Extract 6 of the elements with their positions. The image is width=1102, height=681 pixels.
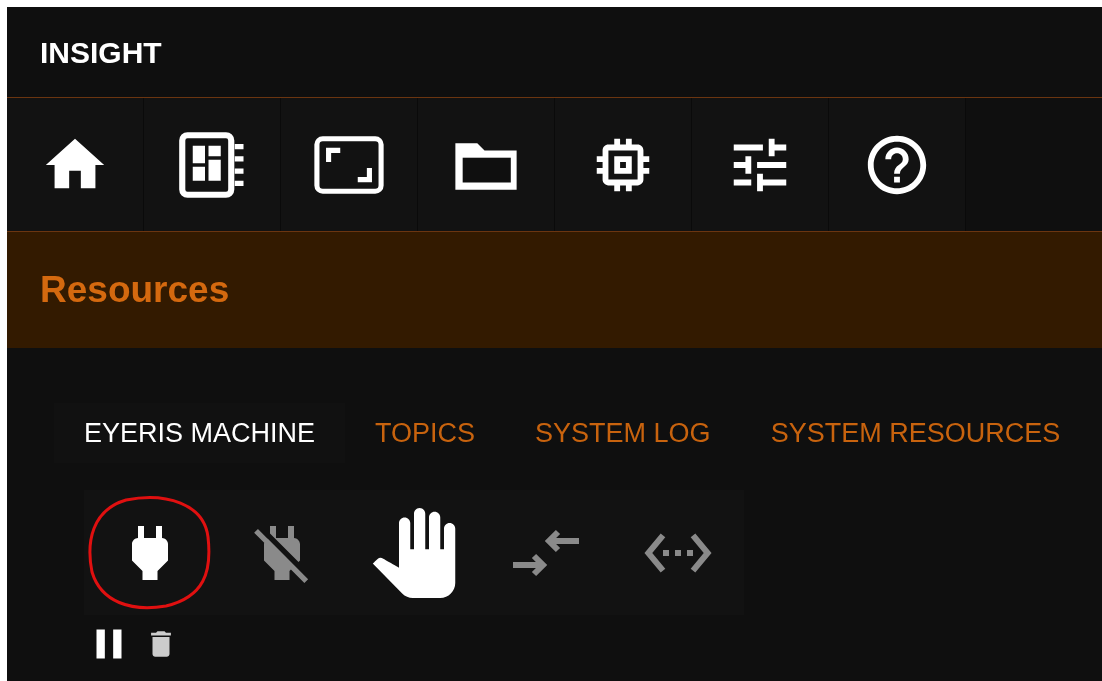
- app-title: INSIGHT: [40, 34, 162, 71]
- tab[interactable]: TOPICS: [345, 403, 506, 463]
- tab[interactable]: SYSTEM RESOURCES: [740, 403, 1091, 463]
- dashboard-icon: [177, 129, 247, 200]
- tab[interactable]: SYSTEM LOG: [505, 403, 741, 463]
- section-title: Resources: [40, 268, 230, 313]
